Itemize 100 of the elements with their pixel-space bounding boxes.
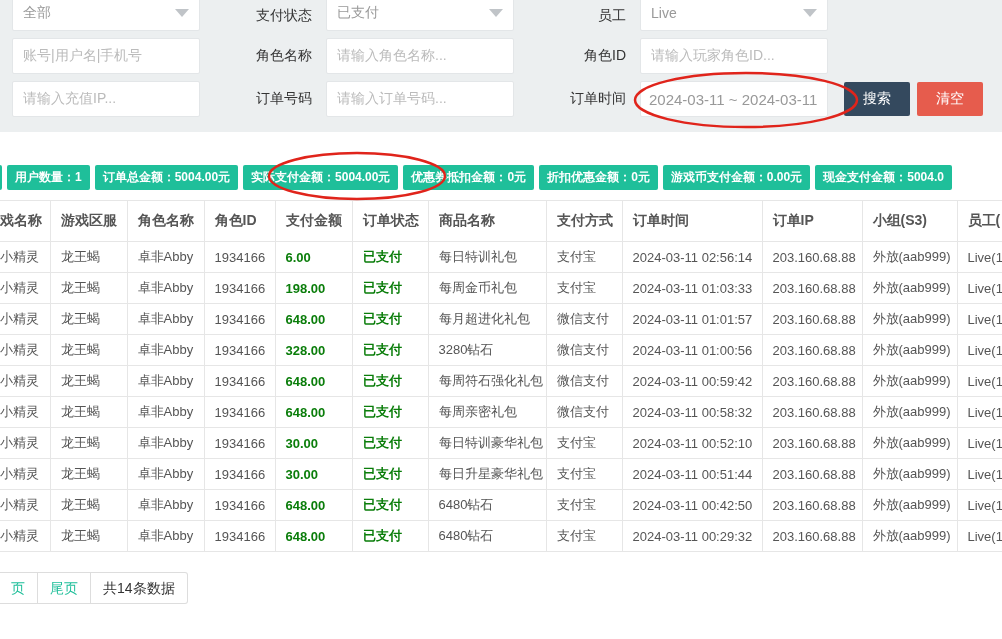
table-cell: 龙王蝎 (50, 334, 127, 366)
field-label: 角色名称 (255, 47, 313, 65)
table-cell: 203.160.68.88 (762, 241, 862, 273)
input-field[interactable]: 请输入角色名称... (326, 38, 514, 74)
table-cell: 卓非Abby (127, 396, 204, 428)
table-cell: 已支付 (352, 489, 428, 521)
table-cell: 2024-03-11 01:01:57 (622, 303, 762, 335)
column-header: 戏名称 (0, 200, 50, 242)
field-label: 支付状态 (255, 6, 313, 25)
table-cell: 1934166 (204, 489, 275, 521)
table-cell: 1934166 (204, 396, 275, 428)
table-cell: 卓非Abby (127, 427, 204, 459)
search-button[interactable]: 搜索 (844, 82, 910, 116)
table-cell: 小精灵 (0, 365, 50, 397)
table-cell: 外放(aab999) (862, 272, 957, 304)
table-cell: 648.00 (275, 303, 352, 335)
table-cell: 2024-03-11 00:42:50 (622, 489, 762, 521)
table-cell: 小精灵 (0, 458, 50, 490)
table-cell: 1934166 (204, 427, 275, 459)
table-cell: 已支付 (352, 303, 428, 335)
table-cell: 卓非Abby (127, 241, 204, 273)
column-header: 小组(S3) (862, 200, 957, 242)
clear-button[interactable]: 清空 (917, 82, 983, 116)
table-cell: 6480钻石 (428, 520, 546, 552)
table-cell: 2024-03-11 01:03:33 (622, 272, 762, 304)
column-header: 商品名称 (428, 200, 546, 242)
table-cell: 已支付 (352, 396, 428, 428)
table-cell: 每周金币礼包 (428, 272, 546, 304)
table-cell: 支付宝 (546, 520, 622, 552)
table-cell: 203.160.68.88 (762, 489, 862, 521)
stat-badge: 游戏币支付金额：0.00元 (662, 165, 811, 190)
stat-badge: 现金支付金额：5004.0 (815, 165, 952, 190)
table-cell: 支付宝 (546, 427, 622, 459)
table-cell: 小精灵 (0, 520, 50, 552)
page-link[interactable]: 尾页 (38, 572, 91, 604)
table-cell: 小精灵 (0, 241, 50, 273)
table-cell: 每周亲密礼包 (428, 396, 546, 428)
stat-badge: 折扣优惠金额：0元 (539, 165, 658, 190)
table-cell: 外放(aab999) (862, 241, 957, 273)
date-range-field[interactable]: 2024-03-11 ~ 2024-03-11 (640, 81, 828, 117)
table-cell: 1934166 (204, 272, 275, 304)
table-cell: 1934166 (204, 334, 275, 366)
table-cell: 328.00 (275, 334, 352, 366)
table-cell: 203.160.68.88 (762, 365, 862, 397)
input-field[interactable]: 请输入玩家角色ID... (640, 38, 828, 74)
table-cell: 卓非Abby (127, 334, 204, 366)
table-cell: 1934166 (204, 365, 275, 397)
table-cell: 支付宝 (546, 272, 622, 304)
caret-icon (175, 9, 189, 17)
input-field[interactable]: 请输入订单号码... (326, 81, 514, 117)
field-label: 订单号码 (255, 90, 313, 108)
table-cell: 小精灵 (0, 427, 50, 459)
table-cell: 卓非Abby (127, 458, 204, 490)
table-cell: 已支付 (352, 458, 428, 490)
select-field[interactable]: Live (640, 0, 828, 31)
table-cell: 203.160.68.88 (762, 427, 862, 459)
table-cell: 1934166 (204, 241, 275, 273)
record-count: 共14条数据 (91, 572, 188, 604)
table-cell: 已支付 (352, 272, 428, 304)
table-cell: 微信支付 (546, 303, 622, 335)
table-cell: 卓非Abby (127, 272, 204, 304)
table-cell: 每日特训礼包 (428, 241, 546, 273)
table-cell: 203.160.68.88 (762, 272, 862, 304)
table-cell: 微信支付 (546, 396, 622, 428)
table-cell: 小精灵 (0, 334, 50, 366)
table-cell: 已支付 (352, 427, 428, 459)
table-cell: 203.160.68.88 (762, 396, 862, 428)
column-header: 角色ID (204, 200, 275, 242)
table-cell: 203.160.68.88 (762, 303, 862, 335)
table-cell: 198.00 (275, 272, 352, 304)
input-field[interactable]: 账号|用户名|手机号 (12, 38, 200, 74)
table-cell: 外放(aab999) (862, 334, 957, 366)
table-cell: 龙王蝎 (50, 520, 127, 552)
input-field[interactable]: 请输入充值IP... (12, 81, 200, 117)
table-cell: 每月超进化礼包 (428, 303, 546, 335)
select-field[interactable]: 全部 (12, 0, 200, 31)
column-header: 订单状态 (352, 200, 428, 242)
table-cell: 外放(aab999) (862, 458, 957, 490)
field-label: 角色ID (583, 47, 627, 65)
field-label: 订单时间 (569, 90, 627, 108)
column-header: 支付方式 (546, 200, 622, 242)
table-cell: 支付宝 (546, 489, 622, 521)
column-header: 员工( (957, 200, 1002, 242)
table-cell: 648.00 (275, 489, 352, 521)
table-cell: 龙王蝎 (50, 458, 127, 490)
table-cell: 小精灵 (0, 272, 50, 304)
table-cell: 外放(aab999) (862, 303, 957, 335)
table-cell: 外放(aab999) (862, 427, 957, 459)
table-cell: 2024-03-11 00:29:32 (622, 520, 762, 552)
table-cell: 203.160.68.88 (762, 520, 862, 552)
table-cell: 小精灵 (0, 396, 50, 428)
table-cell: 微信支付 (546, 365, 622, 397)
page-link[interactable]: 页 (0, 572, 38, 604)
table-cell: 卓非Abby (127, 365, 204, 397)
table-cell: 648.00 (275, 396, 352, 428)
column-header: 订单IP (762, 200, 862, 242)
table-cell: 外放(aab999) (862, 520, 957, 552)
table-cell: 已支付 (352, 241, 428, 273)
select-field[interactable]: 已支付 (326, 0, 514, 31)
table-cell: 龙王蝎 (50, 303, 127, 335)
